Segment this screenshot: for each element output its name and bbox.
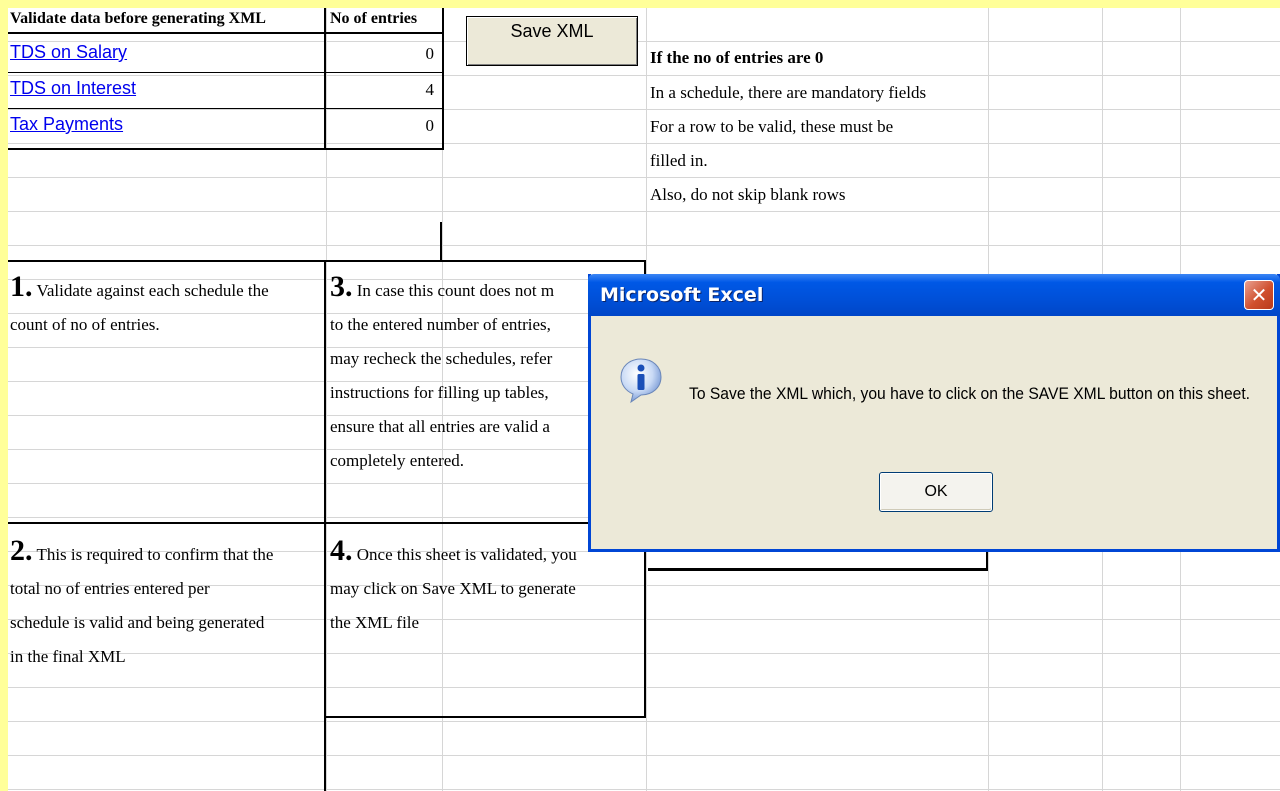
step-4-number: 4. bbox=[330, 534, 353, 567]
step-2-line: in the final XML bbox=[10, 647, 126, 666]
row-tds-salary[interactable]: TDS on Salary bbox=[10, 42, 127, 63]
steps-top-border bbox=[8, 260, 646, 262]
step-2-line: schedule is valid and being generated bbox=[10, 613, 265, 632]
step-2-line: total no of entries entered per bbox=[10, 579, 210, 598]
row-tds-interest[interactable]: TDS on Interest bbox=[10, 78, 136, 99]
step-2-line: This is required to confirm that the bbox=[36, 545, 274, 564]
row-border bbox=[8, 72, 444, 73]
notes-line: filled in. bbox=[650, 151, 708, 170]
step-1-number: 1. bbox=[10, 270, 33, 303]
tds-interest-link[interactable]: TDS on Interest bbox=[10, 78, 136, 98]
step-3-line: In case this count does not m bbox=[356, 281, 555, 300]
step-2-number: 2. bbox=[10, 534, 33, 567]
steps-middle-border bbox=[8, 522, 646, 524]
dialog-title: Microsoft Excel bbox=[600, 284, 764, 306]
tds-interest-count[interactable]: 4 bbox=[414, 80, 435, 100]
tds-salary-count[interactable]: 0 bbox=[414, 44, 435, 64]
step-1: 1. Validate against each schedule the co… bbox=[10, 270, 322, 342]
validate-header: Validate data before generating XML bbox=[10, 10, 266, 27]
message-dialog[interactable]: Microsoft Excel ✕ To Save the XML which,… bbox=[588, 274, 1280, 552]
step-4-line: may click on Save XML to generate bbox=[330, 579, 576, 598]
step-4-line: the XML file bbox=[330, 613, 420, 632]
notes-line: For a row to be valid, these must be bbox=[650, 117, 894, 136]
tds-salary-link[interactable]: TDS on Salary bbox=[10, 42, 127, 62]
table-divider bbox=[442, 8, 444, 150]
hidden-box-border bbox=[648, 568, 988, 571]
header-border bbox=[8, 32, 444, 34]
dialog-message: To Save the XML which, you have to click… bbox=[689, 384, 1251, 403]
dialog-titlebar[interactable]: Microsoft Excel ✕ bbox=[588, 274, 1280, 316]
ok-button[interactable]: OK bbox=[879, 472, 993, 512]
step-1-line: Validate against each schedule the bbox=[36, 281, 269, 300]
info-icon bbox=[620, 358, 662, 404]
notes-line: Also, do not skip blank rows bbox=[650, 185, 846, 204]
steps-divider bbox=[324, 260, 326, 791]
table-divider bbox=[440, 222, 442, 262]
close-icon[interactable]: ✕ bbox=[1244, 280, 1274, 310]
row-border bbox=[8, 108, 444, 109]
table-divider bbox=[324, 8, 326, 150]
step-1-line: count of no of entries. bbox=[10, 315, 160, 334]
row-tax-payments[interactable]: Tax Payments bbox=[10, 114, 123, 135]
grid-column-line bbox=[326, 8, 327, 791]
step-3-number: 3. bbox=[330, 270, 353, 303]
entries-header: No of entries bbox=[330, 10, 418, 27]
tax-payments-count[interactable]: 0 bbox=[414, 116, 435, 136]
notes-title: If the no of entries are 0 bbox=[650, 48, 824, 67]
tax-payments-link[interactable]: Tax Payments bbox=[10, 114, 123, 134]
save-xml-button[interactable]: Save XML bbox=[466, 16, 638, 66]
step-4-line: Once this sheet is validated, you bbox=[356, 545, 577, 564]
notes-line: In a schedule, there are mandatory field… bbox=[650, 83, 927, 102]
table-bottom-border bbox=[8, 148, 444, 150]
steps-bottom-border bbox=[326, 716, 646, 718]
step-2: 2. This is required to confirm that the … bbox=[10, 534, 322, 674]
